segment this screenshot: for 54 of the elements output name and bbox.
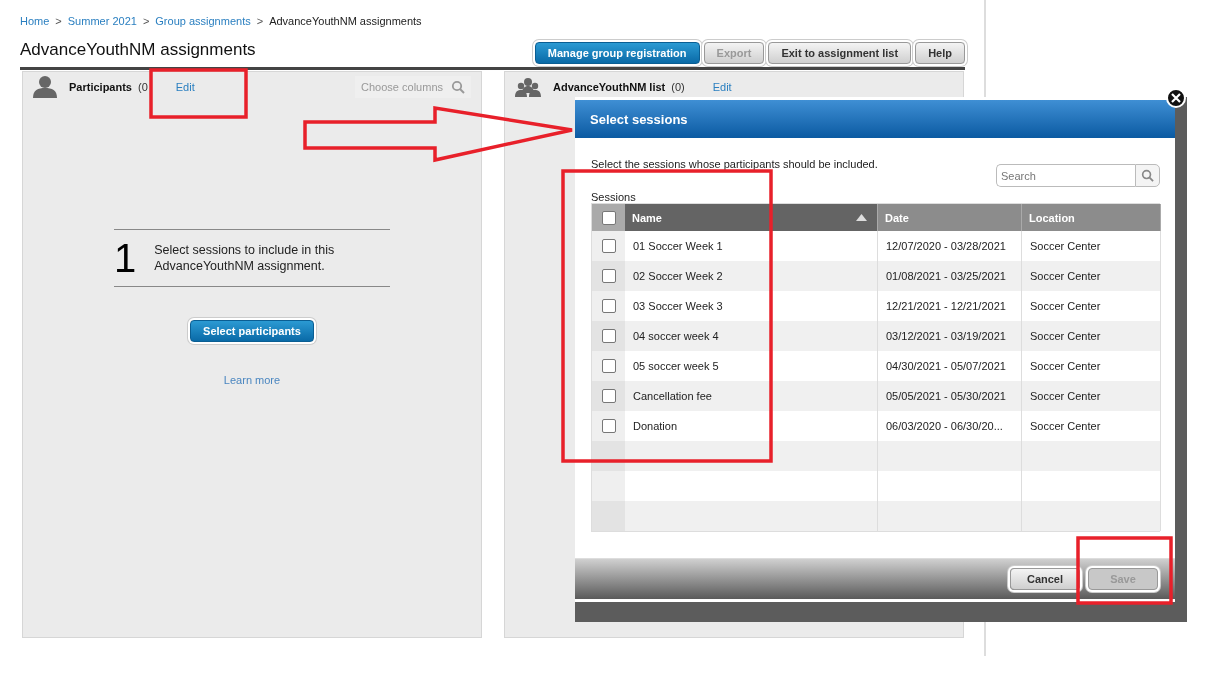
panel-title: AdvanceYouthNM list — [553, 81, 666, 93]
toolbar-button[interactable]: Help — [915, 42, 965, 64]
select-participants-button[interactable]: Select participants — [190, 320, 314, 342]
group-icon — [515, 77, 541, 97]
dialog-button[interactable]: Cancel — [1010, 568, 1080, 590]
table-cell: 04 soccer week 4 — [625, 321, 878, 351]
table-cell: 05/05/2021 - 05/30/2021 — [878, 381, 1022, 411]
row-checkbox[interactable] — [601, 329, 616, 343]
learn-more-link[interactable]: Learn more — [223, 374, 281, 386]
edit-link[interactable]: Edit — [712, 81, 732, 93]
breadcrumb-link[interactable]: Home — [20, 15, 50, 27]
table-label: Sessions — [591, 191, 637, 203]
row-checkbox[interactable] — [601, 239, 616, 253]
dialog-instruction: Select the sessions whose participants should be included. — [591, 158, 878, 172]
row-checkbox[interactable] — [601, 359, 616, 373]
column-header[interactable]: Location — [1022, 204, 1161, 231]
table-cell: 03/12/2021 - 03/19/2021 — [878, 321, 1022, 351]
breadcrumb-separator: > — [256, 15, 264, 27]
toolbar-button[interactable]: Exit to assignment list — [768, 42, 912, 64]
row-checkbox[interactable] — [601, 299, 616, 313]
person-icon — [33, 76, 57, 98]
table-cell: 02 Soccer Week 2 — [625, 261, 878, 291]
table-cell: Soccer Center — [1022, 261, 1161, 291]
table-cell: Cancellation fee — [625, 381, 878, 411]
page-title: AdvanceYouthNM assignments — [20, 40, 256, 60]
participant-count: (0 — [137, 81, 148, 93]
breadcrumb-current: AdvanceYouthNM assignments — [269, 15, 422, 27]
breadcrumb-separator: > — [142, 15, 150, 27]
toolbar-button[interactable]: Manage group registration — [534, 42, 700, 64]
step-text: Select sessions to include in this AdvanceYouthNM assignment. — [154, 242, 336, 274]
panel-title: Participants — [69, 81, 132, 93]
row-checkbox[interactable] — [601, 389, 616, 403]
dialog-title: Select sessions — [575, 100, 1175, 138]
breadcrumb-link[interactable]: Summer 2021 — [67, 15, 137, 27]
edit-link[interactable]: Edit — [175, 81, 195, 93]
column-header[interactable]: Date — [878, 204, 1022, 231]
breadcrumb-link[interactable]: Group assignments — [155, 15, 251, 27]
list-count: (0) — [671, 81, 685, 93]
select-all-checkbox[interactable] — [601, 210, 616, 225]
row-checkbox[interactable] — [601, 269, 616, 283]
close-icon[interactable] — [1166, 88, 1186, 108]
breadcrumb-separator: > — [55, 15, 62, 27]
search-icon — [451, 80, 465, 94]
step-number: 1 — [114, 238, 137, 278]
table-cell: Soccer Center — [1022, 321, 1161, 351]
search-icon — [1141, 169, 1154, 182]
search-field[interactable]: Search — [996, 164, 1135, 187]
sort-up-icon — [856, 214, 867, 221]
choose-columns-field[interactable]: Choose columns — [355, 76, 471, 98]
column-header[interactable]: Name — [625, 204, 878, 231]
table-cell: Soccer Center — [1022, 381, 1161, 411]
row-checkbox[interactable] — [601, 419, 616, 433]
search-button[interactable] — [1135, 164, 1160, 187]
table-cell: 01/08/2021 - 03/25/2021 — [878, 261, 1022, 291]
